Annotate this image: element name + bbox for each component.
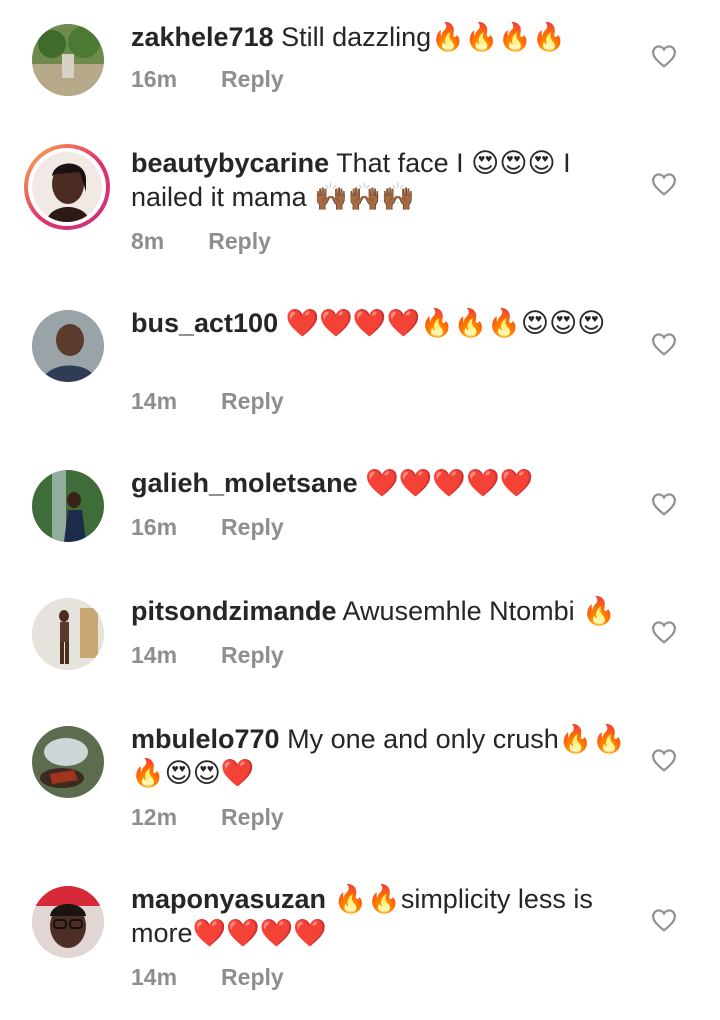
comment-username[interactable]: beautybycarine xyxy=(131,148,329,178)
comment-username[interactable]: galieh_moletsane xyxy=(131,468,358,498)
comment-time: 14m xyxy=(131,388,178,414)
comment-text: Still dazzling🔥🔥🔥🔥 xyxy=(281,22,566,52)
comment-username[interactable]: mbulelo770 xyxy=(131,724,280,754)
avatar[interactable] xyxy=(32,470,104,542)
avatar[interactable] xyxy=(32,310,104,382)
comment-time: 16m xyxy=(131,514,178,540)
comment-username[interactable]: pitsondzimande xyxy=(131,596,337,626)
comment-time: 14m xyxy=(131,964,178,990)
heart-outline-icon[interactable] xyxy=(651,620,677,644)
comment-text: Awusemhle Ntombi 🔥 xyxy=(342,596,616,626)
heart-outline-icon[interactable] xyxy=(651,748,677,772)
comment-time: 12m xyxy=(131,804,178,830)
heart-outline-icon[interactable] xyxy=(651,172,677,196)
heart-outline-icon[interactable] xyxy=(651,908,677,932)
comment-time: 8m xyxy=(131,228,165,254)
comment-username[interactable]: bus_act100 xyxy=(131,308,278,338)
reply-button[interactable]: Reply xyxy=(208,228,271,254)
heart-outline-icon[interactable] xyxy=(651,332,677,356)
comment-text: ❤️❤️❤️❤️❤️ xyxy=(365,468,534,498)
avatar[interactable] xyxy=(32,598,104,670)
avatar[interactable] xyxy=(32,24,104,96)
comment-time: 16m xyxy=(131,66,178,92)
comment-username[interactable]: maponyasuzan xyxy=(131,884,326,914)
avatar[interactable] xyxy=(24,144,110,230)
comment-username[interactable]: zakhele718 xyxy=(131,22,274,52)
avatar[interactable] xyxy=(32,886,104,958)
reply-button[interactable]: Reply xyxy=(221,514,284,540)
avatar[interactable] xyxy=(32,726,104,798)
reply-button[interactable]: Reply xyxy=(221,642,284,668)
heart-outline-icon[interactable] xyxy=(651,492,677,516)
reply-button[interactable]: Reply xyxy=(221,66,284,92)
reply-button[interactable]: Reply xyxy=(221,804,284,830)
heart-outline-icon[interactable] xyxy=(651,44,677,68)
reply-button[interactable]: Reply xyxy=(221,964,284,990)
comment-time: 14m xyxy=(131,642,178,668)
reply-button[interactable]: Reply xyxy=(221,388,284,414)
comment-text: ❤️❤️❤️❤️🔥🔥🔥😍😍😍 xyxy=(285,308,606,338)
